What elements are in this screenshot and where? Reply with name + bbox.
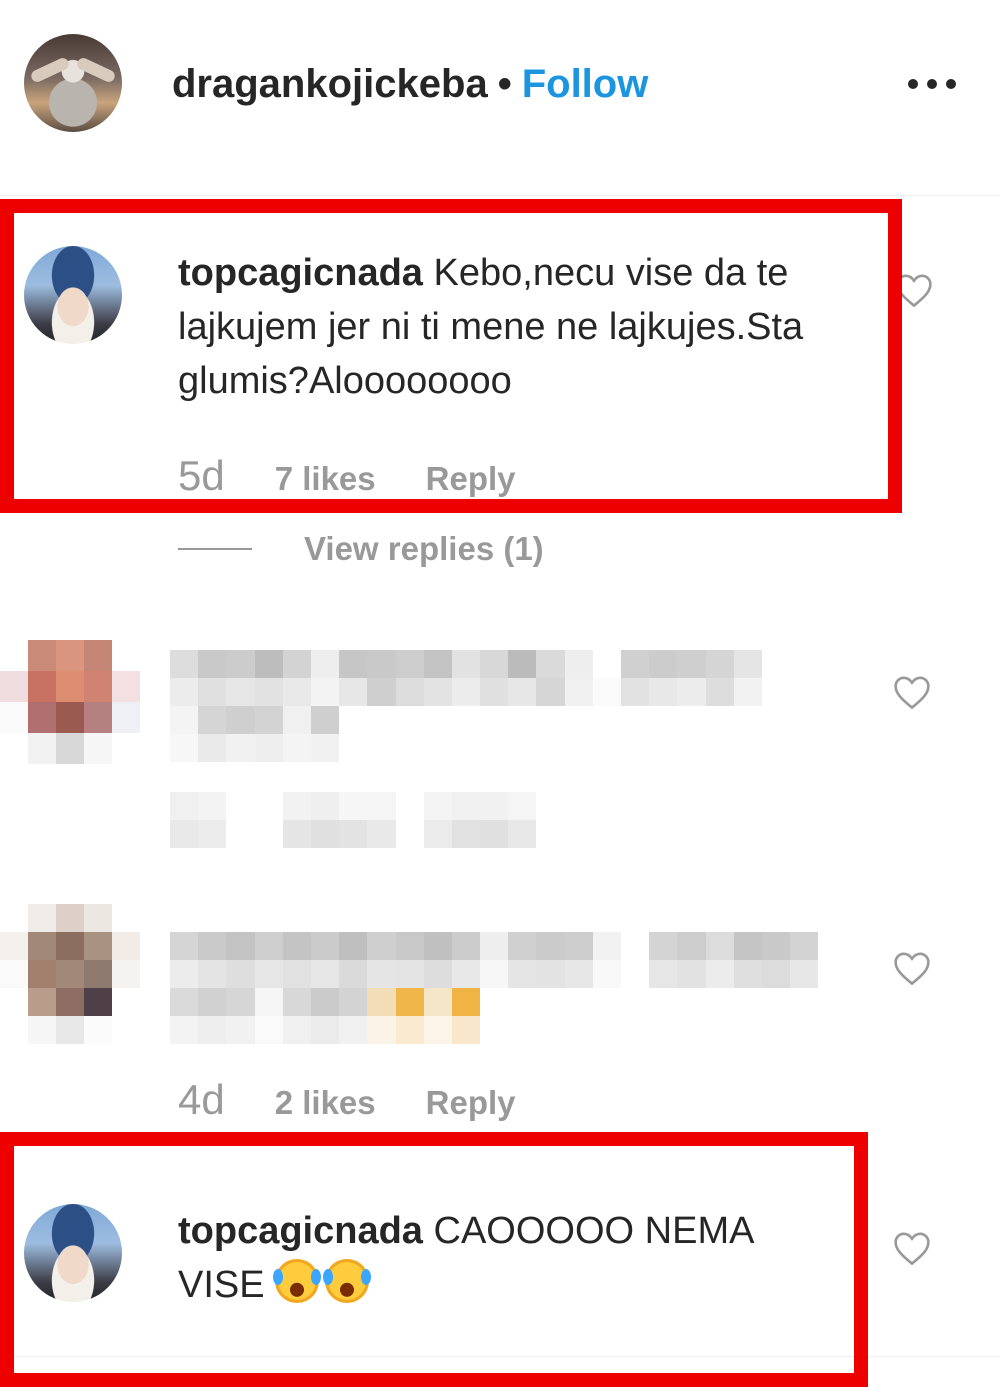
like-heart-icon[interactable] [892, 1230, 932, 1266]
redacted-comment-text [170, 932, 820, 1044]
like-heart-icon[interactable] [892, 674, 932, 710]
redacted-comment-meta [170, 792, 566, 848]
like-heart-icon[interactable] [892, 950, 932, 986]
post-header: dragankojickeba • Follow [172, 60, 648, 108]
comment-age: 4d [178, 1076, 225, 1123]
view-replies-button[interactable]: View replies (1) [178, 530, 544, 568]
more-options-icon[interactable] [908, 74, 962, 94]
redacted-avatar [0, 904, 140, 1044]
comment-likes[interactable]: 2 likes [275, 1084, 376, 1122]
reply-button[interactable]: Reply [426, 1084, 516, 1122]
author-avatar[interactable] [24, 34, 122, 132]
comment-meta: 4d 2 likes Reply [178, 1076, 516, 1124]
header-divider [0, 195, 1000, 196]
author-username[interactable]: dragankojickeba [172, 62, 488, 106]
view-replies-label: View replies (1) [304, 530, 544, 567]
redacted-comment-text [170, 650, 791, 762]
replies-line [178, 548, 252, 550]
redacted-avatar [0, 640, 140, 764]
highlight-frame [0, 1132, 868, 1387]
separator-dot: • [497, 62, 512, 106]
highlight-frame [0, 199, 902, 513]
follow-button[interactable]: Follow [522, 62, 649, 106]
